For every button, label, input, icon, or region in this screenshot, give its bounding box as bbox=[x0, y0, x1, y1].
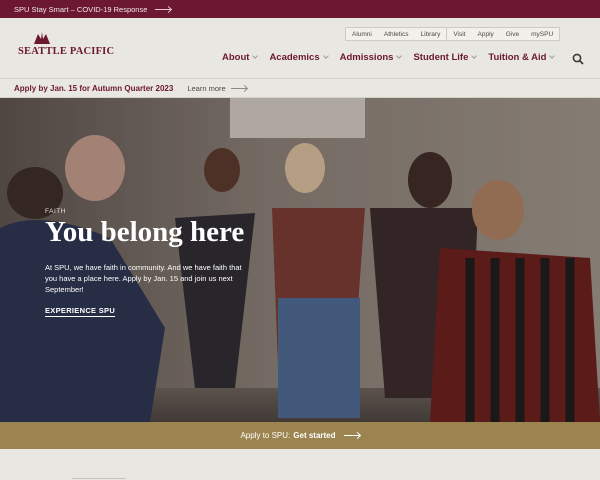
nav-item-student-life[interactable]: Student Life bbox=[413, 52, 478, 63]
chevron-down-icon bbox=[549, 53, 556, 59]
chevron-down-icon bbox=[396, 53, 403, 59]
arrow-right-icon bbox=[343, 435, 360, 436]
covid-alert-text[interactable]: SPU Stay Smart – COVID-19 Response bbox=[14, 5, 147, 14]
hero-title: You belong here bbox=[45, 216, 245, 248]
nav-item-tuition-aid[interactable]: Tuition & Aid bbox=[488, 52, 556, 63]
utility-group-2: Visit Apply Give mySPU bbox=[447, 27, 561, 41]
apply-cta-bar[interactable]: Apply to SPU: Get started bbox=[0, 422, 600, 449]
utility-link-myspu[interactable]: mySPU bbox=[525, 31, 559, 38]
brand-name: SEATTLE PACIFIC bbox=[18, 46, 115, 57]
site-header: SEATTLE PACIFIC Alumni Athletics Library… bbox=[0, 18, 600, 78]
arrow-right-icon bbox=[230, 87, 247, 89]
utility-link-alumni[interactable]: Alumni bbox=[346, 31, 378, 38]
nav-item-label: Student Life bbox=[413, 52, 469, 63]
chevron-down-icon bbox=[252, 53, 259, 59]
nav-item-label: Tuition & Aid bbox=[488, 52, 547, 63]
hero-eyebrow: FAITH bbox=[45, 208, 66, 215]
hero-section: FAITH You belong here At SPU, we have fa… bbox=[0, 98, 600, 422]
utility-link-library[interactable]: Library bbox=[414, 31, 446, 38]
utility-group-1: Alumni Athletics Library bbox=[345, 27, 448, 41]
search-icon[interactable] bbox=[572, 53, 584, 65]
page-continuation bbox=[0, 449, 600, 480]
chevron-down-icon bbox=[471, 53, 478, 59]
main-nav: About Academics Admissions Student Life … bbox=[222, 52, 566, 63]
nav-item-admissions[interactable]: Admissions bbox=[339, 52, 403, 63]
utility-nav: Alumni Athletics Library Visit Apply Giv… bbox=[345, 27, 561, 41]
nav-item-label: Admissions bbox=[339, 52, 394, 63]
utility-link-visit[interactable]: Visit bbox=[447, 31, 471, 38]
flame-logo-icon bbox=[34, 32, 50, 44]
nav-item-about[interactable]: About bbox=[222, 52, 259, 63]
hero-photo bbox=[0, 98, 600, 422]
learn-more-link[interactable]: Learn more bbox=[187, 84, 225, 93]
chevron-down-icon bbox=[322, 53, 329, 59]
hero-blurb: At SPU, we have faith in community. And … bbox=[45, 263, 242, 294]
utility-link-give[interactable]: Give bbox=[500, 31, 525, 38]
apply-deadline-text[interactable]: Apply by Jan. 15 for Autumn Quarter 2023 bbox=[14, 84, 173, 93]
section-divider bbox=[72, 478, 126, 479]
apply-deadline-bar: Apply by Jan. 15 for Autumn Quarter 2023… bbox=[0, 78, 600, 98]
apply-cta-lead: Apply to SPU: bbox=[240, 431, 291, 440]
utility-link-apply[interactable]: Apply bbox=[472, 31, 500, 38]
covid-alert-bar[interactable]: SPU Stay Smart – COVID-19 Response bbox=[0, 0, 600, 18]
nav-item-label: About bbox=[222, 52, 250, 63]
get-started-link[interactable]: Get started bbox=[293, 431, 335, 440]
nav-item-label: Academics bbox=[269, 52, 320, 63]
utility-link-athletics[interactable]: Athletics bbox=[378, 31, 415, 38]
experience-spu-link[interactable]: EXPERIENCE SPU bbox=[45, 306, 116, 317]
nav-item-academics[interactable]: Academics bbox=[269, 52, 329, 63]
arrow-right-icon bbox=[155, 8, 172, 10]
spu-logo[interactable]: SEATTLE PACIFIC bbox=[18, 31, 114, 57]
